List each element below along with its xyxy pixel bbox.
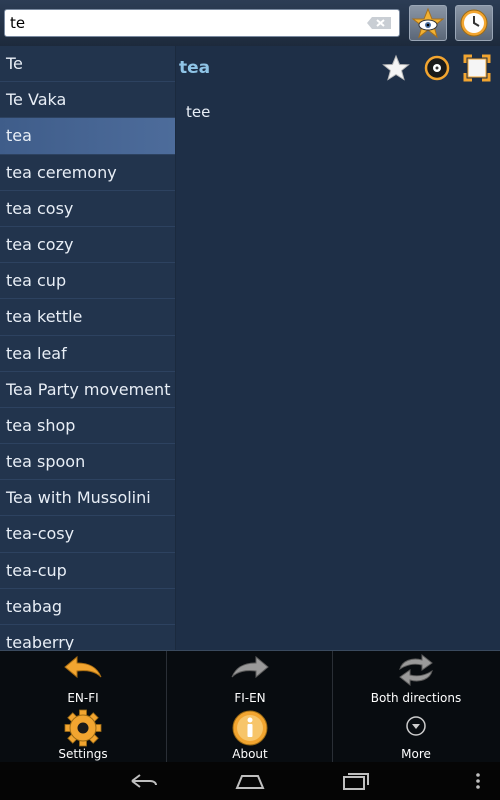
star-eye-icon [411, 7, 445, 39]
arrow-left-icon [64, 655, 102, 679]
settings-label: Settings [58, 747, 108, 761]
en-fi-label: EN-FI [67, 691, 99, 705]
word-list-item[interactable]: teaberry [0, 625, 175, 650]
overflow-menu-icon[interactable] [470, 771, 486, 791]
gear-icon [64, 709, 102, 747]
word-list-item[interactable]: Te [0, 46, 175, 83]
word-list-item[interactable]: tea kettle [0, 299, 175, 336]
add-favorite-star-icon[interactable] [382, 54, 410, 82]
word-list-item[interactable]: tea [0, 118, 175, 155]
word-list-item[interactable]: tea cozy [0, 227, 175, 264]
about-label: About [232, 747, 268, 761]
more-label: More [401, 747, 431, 761]
about-button[interactable]: About [167, 707, 333, 763]
recent-apps-icon[interactable] [340, 771, 372, 791]
info-icon [232, 710, 268, 746]
back-icon[interactable] [128, 771, 160, 791]
swap-arrows-icon [399, 653, 433, 687]
headword: tea [179, 58, 211, 78]
settings-button[interactable]: Settings [0, 707, 166, 763]
clock-icon [460, 9, 488, 37]
detail-pane: tea tee [176, 46, 500, 650]
more-circle-icon [406, 716, 426, 736]
translation-text: tee [186, 103, 211, 121]
word-list-item[interactable]: Tea Party movement [0, 372, 175, 408]
word-list-item[interactable]: Te Vaka [0, 82, 175, 119]
fi-en-button[interactable]: FI-EN [167, 651, 333, 707]
search-box[interactable] [4, 9, 400, 37]
system-nav-bar [0, 762, 500, 800]
both-directions-button[interactable]: Both directions [333, 651, 499, 707]
word-list-item[interactable]: tea-cup [0, 553, 175, 589]
word-list-item[interactable]: teabag [0, 589, 175, 625]
bottom-menu: EN-FI FI-EN Both directions Settings Abo… [0, 650, 500, 763]
top-bar [0, 0, 500, 46]
word-list-item[interactable]: Tea with Mussolini [0, 480, 175, 517]
clear-search-icon[interactable] [366, 16, 392, 30]
word-list-item[interactable]: tea ceremony [0, 155, 175, 191]
word-list-item[interactable]: tea cosy [0, 191, 175, 227]
word-list-item[interactable]: tea cup [0, 263, 175, 300]
word-list-item[interactable]: tea-cosy [0, 516, 175, 553]
search-input[interactable] [5, 10, 360, 36]
history-button[interactable] [455, 5, 493, 41]
en-fi-button[interactable]: EN-FI [0, 651, 166, 707]
arrow-right-icon [231, 655, 269, 679]
favorites-button[interactable] [409, 5, 447, 41]
word-list-item[interactable]: tea spoon [0, 444, 175, 481]
home-icon[interactable] [234, 771, 266, 791]
word-list-item[interactable]: tea shop [0, 408, 175, 445]
fullscreen-icon[interactable] [463, 54, 491, 82]
fi-en-label: FI-EN [234, 691, 266, 705]
more-button[interactable]: More [333, 707, 499, 763]
speaker-icon[interactable] [423, 54, 451, 82]
both-directions-label: Both directions [370, 691, 462, 705]
word-list[interactable]: Te Te Vaka tea tea ceremony tea cosy tea cozy… [0, 46, 175, 650]
word-list-item[interactable]: tea leaf [0, 336, 175, 372]
